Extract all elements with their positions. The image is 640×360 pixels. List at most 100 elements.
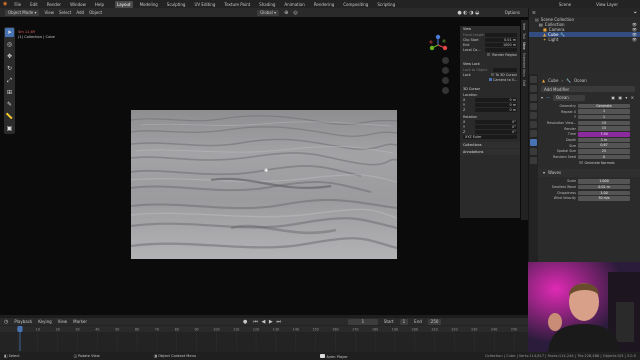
clip-end-field[interactable]: 1000 m	[485, 42, 517, 47]
playback-menu[interactable]: Playback	[14, 319, 32, 324]
tab-layout[interactable]: Layout	[114, 0, 133, 8]
end-frame-field[interactable]: 250	[427, 318, 442, 325]
local-camera-field[interactable]	[485, 47, 517, 52]
modifier-header[interactable]: ▾ 〰 Ocean ▣ ▣ ▾ ✕	[541, 94, 635, 101]
collections-panel[interactable]: Collections	[460, 142, 520, 148]
modifier-toggle-icons[interactable]: ▣ ▣ ▾ ✕	[611, 95, 635, 100]
menu-object[interactable]: Object	[89, 10, 102, 15]
generate-normals-checkbox[interactable]	[579, 160, 583, 165]
object-properties-icon[interactable]	[530, 130, 537, 137]
row-value-field[interactable]: 0	[578, 154, 630, 160]
scale-tool-icon[interactable]: ⤢	[5, 76, 14, 85]
current-frame-field[interactable]: 1	[347, 318, 378, 325]
waves-subpanel-header[interactable]: ▾ Waves	[529, 168, 640, 177]
row-value-field[interactable]: 7.50	[578, 132, 630, 137]
annotations-panel[interactable]: Annotations	[460, 149, 520, 155]
navigation-gizmo[interactable]	[427, 34, 449, 56]
tab-scripting[interactable]: Scripting	[375, 1, 397, 8]
tab-rendering[interactable]: Rendering	[312, 1, 336, 8]
menu-add[interactable]: Add	[76, 10, 84, 15]
modifier-properties-icon[interactable]	[530, 139, 537, 146]
row-value-field[interactable]: 1 m	[578, 137, 630, 143]
outliner-filter-icon[interactable]: ⏷	[634, 10, 637, 15]
menu-file[interactable]: File	[12, 1, 23, 8]
mode-selector[interactable]: Object Mode ▾	[5, 9, 40, 16]
tab-shading[interactable]: Shading	[257, 1, 277, 8]
menu-view[interactable]: View	[44, 10, 54, 15]
select-tool-icon[interactable]: ➤	[5, 28, 14, 37]
orientation-selector[interactable]: Global ▾	[257, 9, 280, 16]
tab-item[interactable]: Item	[522, 23, 526, 30]
camera-to-view-checkbox[interactable]	[489, 78, 493, 81]
move-tool-icon[interactable]: ✥	[5, 52, 14, 61]
to-3d-cursor-checkbox[interactable]	[491, 72, 495, 76]
3d-cursor-icon[interactable]: ✚	[264, 168, 268, 174]
playhead-marker[interactable]	[17, 326, 23, 332]
clip-start-field[interactable]: 0.01 m	[485, 37, 517, 42]
outliner-editor-icon[interactable]: ☰	[532, 10, 536, 15]
annotate-tool-icon[interactable]: ✎	[5, 100, 14, 109]
tab-modeling[interactable]: Modeling	[138, 1, 160, 8]
row-value-field[interactable]: 25	[578, 149, 630, 154]
render-region-checkbox[interactable]	[487, 53, 491, 56]
visibility-icon[interactable]: 👁	[632, 37, 637, 42]
modifier-name-field[interactable]: Ocean	[553, 94, 586, 101]
tab-sculpting[interactable]: Sculpting	[165, 1, 188, 8]
rot-x-field[interactable]: 0°	[475, 119, 517, 124]
tab-tool[interactable]: Tool	[522, 33, 526, 39]
keying-menu[interactable]: Keying	[38, 319, 51, 324]
timeline-editor-icon[interactable]: ◷	[4, 319, 8, 325]
render-properties-icon[interactable]	[530, 85, 537, 92]
scene-properties-icon[interactable]	[530, 112, 537, 119]
row-value-field[interactable]: 15	[578, 120, 630, 126]
perspective-grid-icon[interactable]	[442, 87, 449, 94]
rotate-tool-icon[interactable]: ↻	[5, 64, 14, 73]
row-value-field[interactable]: Generate	[578, 103, 630, 109]
playback-controls[interactable]: ⏮ ◀ ▶ ⏭	[253, 319, 281, 325]
row-value-field[interactable]: 15	[578, 126, 630, 131]
marker-menu[interactable]: Marker	[73, 319, 87, 324]
rot-z-field[interactable]: 0°	[475, 129, 517, 134]
cursor-tool-icon[interactable]: ◎	[5, 40, 14, 49]
tab-uv-editing[interactable]: UV Editing	[192, 1, 217, 8]
row-value-field[interactable]: 1.000	[578, 179, 630, 184]
cursor-x-field[interactable]: 0 m	[475, 97, 517, 102]
tab-extended-keys[interactable]: Extended Keys	[522, 53, 526, 77]
row-value-field[interactable]: 0.01 m	[578, 184, 630, 190]
timeline-ruler[interactable]: 0102030405060708090100110120130140150160…	[0, 326, 528, 351]
scene-selector[interactable]: Scene	[559, 2, 571, 7]
blender-logo-icon[interactable]: ◉	[3, 1, 7, 7]
focal-length-field[interactable]	[485, 32, 517, 37]
output-properties-icon[interactable]	[530, 94, 537, 101]
menu-help[interactable]: Help	[93, 1, 106, 8]
row-value-field[interactable]: 1	[578, 114, 630, 120]
tab-animation[interactable]: Animation	[282, 1, 306, 8]
timeline-view-menu[interactable]: View	[58, 319, 68, 324]
menu-select[interactable]: Select	[59, 10, 71, 15]
3d-viewport[interactable]: Sm 11.69 (1) Collection | Cube ✚	[0, 17, 528, 315]
options-menu[interactable]: Options	[505, 10, 520, 15]
tab-compositing[interactable]: Compositing	[341, 1, 370, 8]
menu-edit[interactable]: Edit	[28, 1, 40, 8]
add-modifier-button[interactable]: Add Modifier	[541, 86, 635, 92]
row-value-field[interactable]: 0.67	[578, 143, 630, 148]
row-value-field[interactable]: 1.00	[578, 190, 630, 196]
proportional-edit-icon[interactable]: ◎	[293, 10, 297, 16]
tab-texture-paint[interactable]: Texture Paint	[222, 1, 252, 8]
tab-edit[interactable]: Edit	[522, 80, 526, 86]
cursor-y-field[interactable]: 0 m	[475, 102, 517, 107]
viewport-shading-icons[interactable]: ● ◐ ◑ ◒	[457, 10, 479, 16]
add-cube-tool-icon[interactable]: ▣	[5, 124, 14, 133]
record-icon[interactable]: ●	[243, 319, 247, 325]
start-frame-field[interactable]: 1	[399, 318, 409, 325]
measure-tool-icon[interactable]: 📏	[5, 112, 14, 121]
view-layer-selector[interactable]: View Layer	[596, 2, 618, 7]
row-value-field[interactable]: 30 m/s	[578, 196, 630, 201]
physics-properties-icon[interactable]	[530, 157, 537, 164]
menu-render[interactable]: Render	[45, 1, 63, 8]
rot-y-field[interactable]: 0°	[475, 124, 517, 129]
outliner-item-light[interactable]: ✦ Light 👁	[529, 37, 640, 42]
rot-mode-dropdown[interactable]: XYZ Euler	[463, 134, 517, 139]
world-properties-icon[interactable]	[530, 121, 537, 128]
row-value-field[interactable]: 1	[578, 109, 630, 114]
